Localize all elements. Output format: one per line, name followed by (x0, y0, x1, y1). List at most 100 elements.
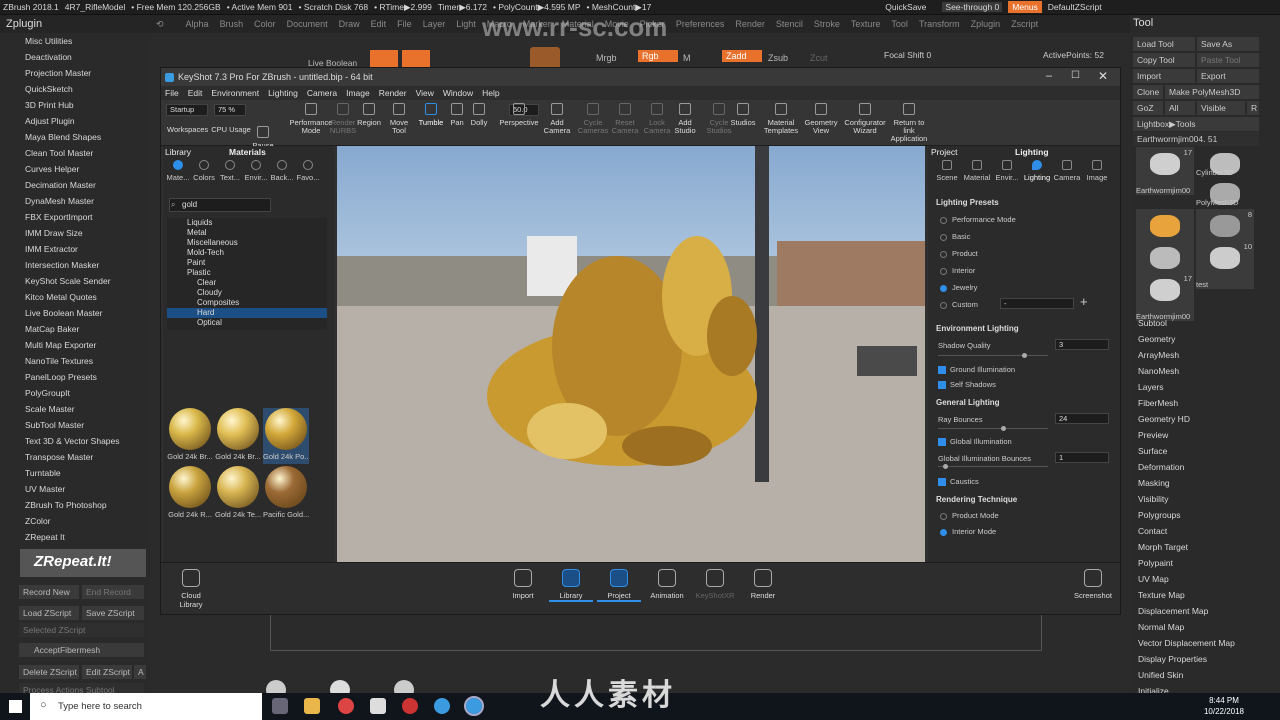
tool-section[interactable]: Displacement Map (1130, 603, 1280, 619)
tree-item[interactable]: Optical (167, 318, 327, 328)
tool-section[interactable]: Geometry (1130, 331, 1280, 347)
shadow-quality-slider[interactable] (938, 353, 1048, 358)
ray-bounces-slider[interactable] (938, 426, 1048, 431)
preset-radio[interactable] (940, 301, 947, 309)
lighting-preset-option[interactable]: Performance Mode (940, 215, 1016, 224)
menu-item[interactable]: Draw (339, 19, 360, 30)
library-tab[interactable]: Mate... (165, 158, 191, 186)
render-technique-option[interactable]: Interior Mode (940, 527, 996, 536)
tree-item[interactable]: Mold-Tech (167, 248, 327, 258)
project-tab[interactable]: Scene (932, 158, 962, 186)
material-thumbnail[interactable]: Pacific Gold... (263, 466, 309, 522)
global-illumination-checkbox[interactable] (938, 438, 946, 447)
tool-section[interactable]: Geometry HD (1130, 411, 1280, 427)
zplugin-item[interactable]: Decimation Master (0, 177, 150, 193)
lighting-preset-option[interactable]: Basic (940, 232, 970, 241)
mrgb-button[interactable]: Mrgb (596, 53, 617, 63)
lighting-preset-option[interactable]: Custom (940, 300, 978, 309)
app-icon[interactable] (434, 698, 450, 714)
preset-radio[interactable] (940, 250, 947, 258)
zplugin-item[interactable]: Curves Helper (0, 161, 150, 177)
load-zscript-button[interactable]: Load ZScript (19, 606, 79, 620)
zplugin-item[interactable]: 3D Print Hub (0, 97, 150, 113)
zplugin-item[interactable]: FBX ExportImport (0, 209, 150, 225)
menu-item[interactable]: Edit (371, 19, 387, 30)
material-thumbnail[interactable]: Gold 24k Te... (215, 466, 261, 522)
bottom-bar-button[interactable]: Render (741, 569, 785, 600)
ray-bounces-field[interactable]: 24 (1055, 413, 1109, 424)
tree-item[interactable]: Composites (167, 298, 327, 308)
menu-item[interactable]: Alpha (186, 19, 209, 30)
tree-item[interactable]: Plastic (167, 268, 327, 278)
zplugin-item[interactable]: Deactivation (0, 49, 150, 65)
toolbar-button[interactable]: Configurator Wizard (841, 103, 889, 135)
menu-item[interactable]: Stroke (814, 19, 840, 30)
zplugin-item[interactable]: Intersection Masker (0, 257, 150, 273)
tree-item[interactable]: Paint (167, 258, 327, 268)
project-tab[interactable]: Lighting (1022, 158, 1052, 186)
zplugin-item[interactable]: QuickSketch (0, 81, 150, 97)
accept-fibermesh-button[interactable]: AcceptFibermesh (19, 643, 144, 657)
preset-radio[interactable] (940, 284, 947, 292)
zplugin-item[interactable]: Text 3D & Vector Shapes (0, 433, 150, 449)
tool-section[interactable]: Layers (1130, 379, 1280, 395)
tree-item[interactable]: Liquids (167, 218, 327, 228)
zplugin-item[interactable]: Kitco Metal Quotes (0, 289, 150, 305)
record-new-button[interactable]: Record New (19, 585, 79, 599)
tool-section[interactable]: Vector Displacement Map (1130, 635, 1280, 651)
zplugin-item[interactable]: ZRepeat It (0, 529, 150, 545)
goz-button[interactable]: GoZ (1133, 101, 1163, 115)
delete-zscript-button[interactable]: Delete ZScript (19, 665, 79, 679)
tool-section[interactable]: Preview (1130, 427, 1280, 443)
menu-item[interactable]: Zscript (1011, 19, 1038, 30)
clone-button[interactable]: Clone (1133, 85, 1163, 99)
menu-item[interactable]: Render (735, 19, 765, 30)
library-tab[interactable]: Text... (217, 158, 243, 186)
zplugin-item[interactable]: Misc Utilities (0, 33, 150, 49)
r-button[interactable]: R (1247, 101, 1259, 115)
menu-item[interactable]: Light (456, 19, 476, 30)
gi-bounces-field[interactable]: 1 (1055, 452, 1109, 463)
keyshot-menu-item[interactable]: Camera (307, 88, 337, 98)
menu-item[interactable]: Layer (423, 19, 446, 30)
material-swatch[interactable] (530, 47, 560, 69)
project-tab[interactable]: Envir... (992, 158, 1022, 186)
bottom-bar-button[interactable]: Project (597, 569, 641, 602)
keyshot-menu-item[interactable]: Help (482, 88, 499, 98)
tool-section[interactable]: Display Properties (1130, 651, 1280, 667)
tool-thumbnail[interactable]: PolyMesh3D (1196, 177, 1254, 207)
zplugin-item[interactable]: Adjust Plugin (0, 113, 150, 129)
quicksave-button[interactable]: QuickSave (885, 2, 926, 12)
chrome-2-icon[interactable] (402, 698, 418, 714)
tool-thumbnail[interactable]: Earthwormjim00 17 (1136, 147, 1194, 195)
zplugin-item[interactable]: ZColor (0, 513, 150, 529)
keyshot-menu-item[interactable]: Render (379, 88, 407, 98)
tool-thumbnail[interactable]: test 10 (1196, 241, 1254, 289)
focal-shift-slider[interactable]: Focal Shift 0 (884, 50, 931, 60)
chrome-icon[interactable] (338, 698, 354, 714)
menu-item[interactable]: Preferences (676, 19, 725, 30)
keyshot-menu-item[interactable]: Image (346, 88, 370, 98)
material-thumbnail[interactable]: Gold 24k Br... (167, 408, 213, 464)
preset-radio[interactable] (940, 233, 947, 241)
tool-section[interactable]: NanoMesh (1130, 363, 1280, 379)
material-thumbnail[interactable]: Gold 24k Br... (215, 408, 261, 464)
zplugin-item[interactable]: SubTool Master (0, 417, 150, 433)
tool-thumbnail[interactable]: Cylinder3D (1196, 147, 1254, 177)
zplugin-item[interactable]: MatCap Baker (0, 321, 150, 337)
file-explorer-icon[interactable] (304, 698, 320, 714)
load-tool-button[interactable]: Load Tool (1133, 37, 1195, 51)
menu-item[interactable]: Tool (891, 19, 908, 30)
material-thumbnail[interactable]: Gold 24k Po... (263, 408, 309, 464)
toolbar-button[interactable]: Geometry View (797, 103, 845, 135)
tool-section[interactable]: Texture Map (1130, 587, 1280, 603)
zplugin-item[interactable]: Clean Tool Master (0, 145, 150, 161)
tree-item[interactable]: Metal (167, 228, 327, 238)
toolbar-button[interactable]: Perspective (495, 103, 543, 127)
project-tab[interactable]: Material (962, 158, 992, 186)
tool-section[interactable]: Polypaint (1130, 555, 1280, 571)
bottom-bar-button[interactable]: Library (549, 569, 593, 602)
refresh-icon[interactable]: ⟲ (156, 19, 164, 30)
ground-illumination-checkbox[interactable] (938, 366, 946, 375)
tool-section[interactable]: Surface (1130, 443, 1280, 459)
